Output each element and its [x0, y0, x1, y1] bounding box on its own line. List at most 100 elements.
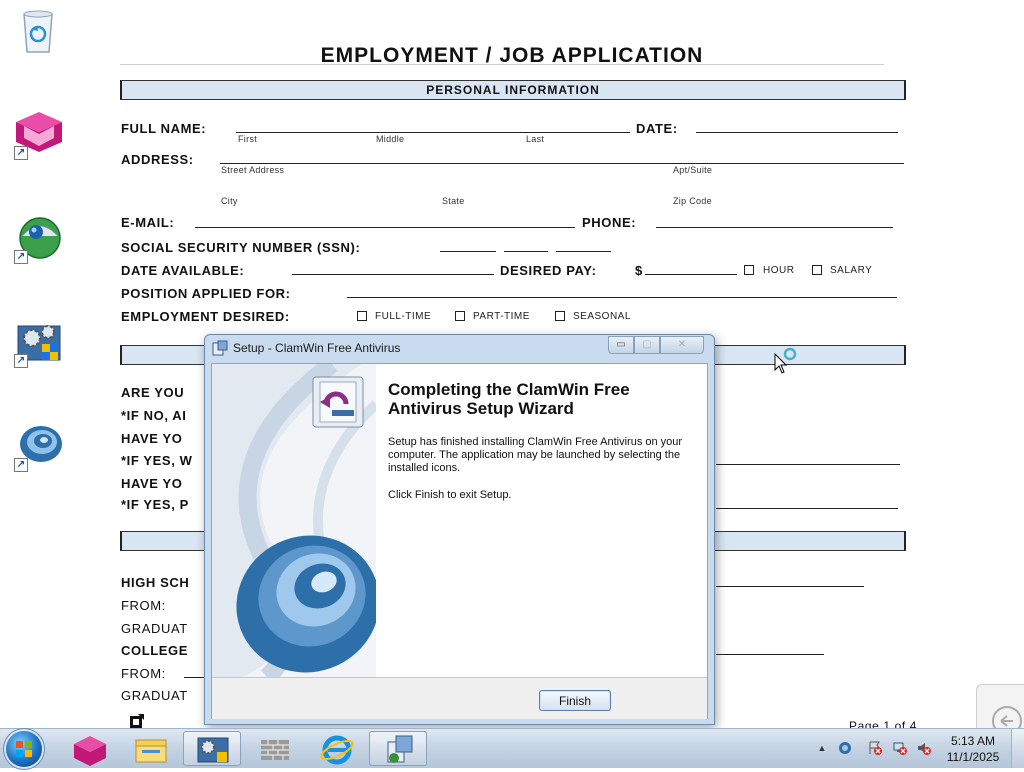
setup-app-icon: [212, 340, 228, 356]
title-rule: [120, 64, 884, 65]
windows-logo-icon: [16, 741, 32, 757]
setup-dialog: Setup - ClamWin Free Antivirus ▭ ▢ ✕ Com…: [204, 334, 715, 725]
label-phone: PHONE:: [582, 215, 637, 230]
installer-icon: [310, 374, 366, 430]
label-ssn: SOCIAL SECURITY NUMBER (SSN):: [121, 240, 361, 255]
label-email: E-MAIL:: [121, 215, 175, 230]
option-full-time: FULL-TIME: [375, 311, 432, 322]
line-full-name: [236, 132, 630, 133]
line-date: [696, 132, 898, 133]
dialog-footer: Finish: [212, 677, 707, 719]
maximize-button[interactable]: ▢: [634, 336, 660, 354]
line-from-2: [184, 677, 204, 678]
finish-button[interactable]: Finish: [539, 690, 611, 711]
option-salary: SALARY: [830, 265, 873, 276]
pink-app-shortcut-icon[interactable]: ↗: [14, 110, 64, 160]
line-college: [716, 654, 824, 655]
dialog-client: Completing the ClamWin Free Antivirus Se…: [211, 363, 708, 719]
line-if-yes-2: [716, 508, 898, 509]
control-panel-icon: [197, 737, 229, 763]
line-position: [347, 297, 897, 298]
pink-app-icon: [74, 736, 106, 766]
label-graduate-1: GRADUAT: [121, 621, 188, 636]
checkbox-seasonal: [555, 311, 565, 321]
show-desktop-button[interactable]: [1011, 729, 1024, 768]
shortcut-arrow-icon: ↗: [14, 146, 28, 160]
label-address: ADDRESS:: [121, 152, 194, 167]
sub-first: First: [238, 134, 257, 144]
checkbox-part-time: [455, 311, 465, 321]
label-from-1: FROM:: [121, 598, 166, 613]
option-hour: HOUR: [763, 265, 795, 276]
taskbar: ▲ 5:13 AM 11/1/2025: [0, 728, 1024, 768]
label-high-school: HIGH SCH: [121, 575, 190, 590]
label-are-you: ARE YOU: [121, 385, 185, 400]
sub-street: Street Address: [221, 165, 285, 175]
section-bar-personal: PERSONAL INFORMATION: [120, 80, 906, 100]
option-seasonal: SEASONAL: [573, 311, 631, 322]
label-if-no: *IF NO, AI: [121, 408, 187, 423]
network-globe-shortcut-icon[interactable]: ↗: [14, 214, 64, 264]
back-arrow-icon: [992, 706, 1022, 736]
label-position: POSITION APPLIED FOR:: [121, 286, 291, 301]
line-phone: [656, 227, 893, 228]
checkbox-salary: [812, 265, 822, 275]
option-part-time: PART-TIME: [473, 311, 530, 322]
taskbar-pink-app[interactable]: [60, 731, 118, 766]
line-ssn-2: [504, 251, 548, 252]
dialog-titlebar[interactable]: Setup - ClamWin Free Antivirus ▭ ▢ ✕: [205, 335, 714, 361]
sub-apt: Apt/Suite: [673, 165, 713, 175]
line-high-school: [716, 586, 864, 587]
network-tray-icon[interactable]: [838, 741, 852, 755]
label-full-name: FULL NAME:: [121, 121, 207, 136]
line-pay: [645, 274, 737, 275]
taskbar-file-explorer[interactable]: [121, 731, 179, 766]
recycle-bin-icon[interactable]: [14, 6, 64, 56]
line-ssn-3: [556, 251, 611, 252]
sub-last: Last: [526, 134, 545, 144]
taskbar-firewall[interactable]: [245, 731, 303, 766]
label-from-2: FROM:: [121, 666, 166, 681]
label-date-available: DATE AVAILABLE:: [121, 263, 245, 278]
brick-wall-icon: [261, 740, 289, 760]
close-button[interactable]: ✕: [660, 336, 704, 354]
line-if-yes-1: [716, 464, 900, 465]
shortcut-arrow-icon: ↗: [14, 458, 28, 472]
line-address: [220, 163, 904, 164]
document-icon: [128, 714, 146, 728]
label-have-you-1: HAVE YO: [121, 431, 183, 446]
clock-time: 5:13 AM: [950, 734, 996, 748]
control-panel-settings-shortcut-icon[interactable]: ↗: [14, 318, 64, 368]
label-college: COLLEGE: [121, 643, 189, 658]
label-desired-pay: DESIRED PAY:: [500, 263, 597, 278]
tray-expand-button[interactable]: ▲: [815, 741, 829, 755]
setup-installer-icon: [387, 735, 413, 763]
taskbar-control-panel[interactable]: [183, 731, 241, 766]
sub-state: State: [442, 196, 465, 206]
dialog-title: Setup - ClamWin Free Antivirus: [233, 341, 401, 355]
line-email: [195, 227, 575, 228]
start-button[interactable]: [6, 731, 42, 767]
taskbar-setup[interactable]: [369, 731, 427, 766]
checkbox-hour: [744, 265, 754, 275]
side-panel-tab[interactable]: [976, 684, 1024, 736]
wizard-body-text: Setup has finished installing ClamWin Fr…: [388, 436, 683, 474]
taskbar-clock[interactable]: 5:13 AM 11/1/2025: [936, 733, 1010, 765]
sub-city: City: [221, 196, 238, 206]
volume-muted-icon[interactable]: [917, 741, 931, 755]
wizard-instruction-text: Click Finish to exit Setup.: [388, 489, 512, 501]
wizard-heading: Completing the ClamWin Free Antivirus Se…: [388, 380, 630, 418]
checkbox-full-time: [357, 311, 367, 321]
label-if-yes-2: *IF YES, P: [121, 497, 189, 512]
minimize-button[interactable]: ▭: [608, 336, 634, 354]
clamwin-shortcut-icon[interactable]: ↗: [14, 422, 64, 472]
label-have-you-2: HAVE YO: [121, 476, 183, 491]
taskbar-internet-explorer[interactable]: [307, 731, 365, 766]
network-status-icon[interactable]: [893, 741, 907, 755]
folder-icon: [135, 739, 167, 763]
busy-cursor-icon: [774, 347, 798, 375]
sub-middle: Middle: [376, 134, 405, 144]
line-ssn-1: [440, 251, 496, 252]
label-if-yes-1: *IF YES, W: [121, 453, 193, 468]
action-center-flag-icon[interactable]: [868, 741, 882, 755]
